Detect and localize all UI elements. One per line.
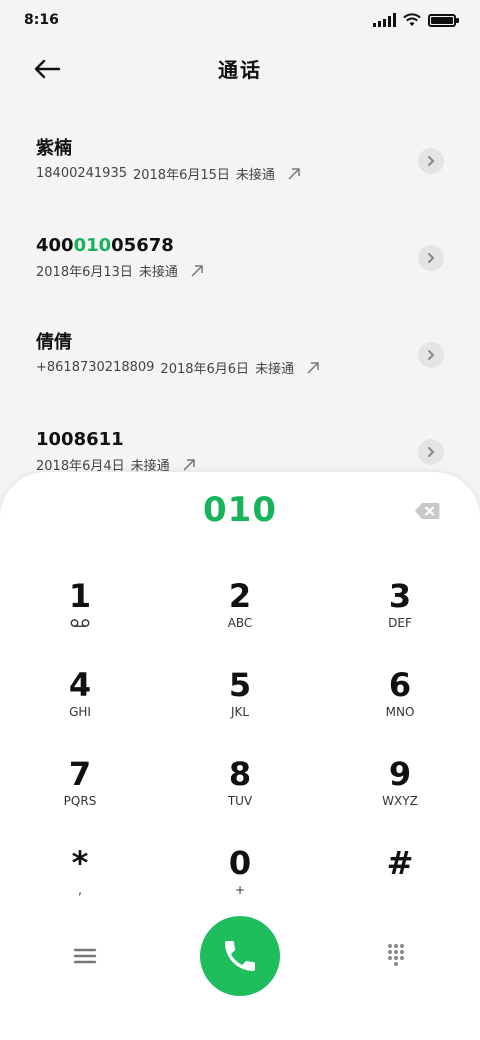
key-letters: JKL [230, 705, 250, 719]
key-1[interactable]: 1 [0, 576, 160, 665]
call-name-text: 400 [36, 235, 74, 256]
call-number: +8618730218809 [36, 360, 155, 375]
wifi-icon [403, 13, 421, 26]
key-digit: * [71, 844, 89, 882]
key-digit: 0 [228, 844, 252, 882]
key-digit: # [386, 844, 414, 882]
back-arrow-icon [34, 59, 61, 79]
status-time: 8:16 [24, 12, 59, 28]
call-name: 紫楠 [36, 138, 480, 160]
key-digit: 9 [388, 755, 412, 793]
voicemail-icon [70, 619, 90, 627]
back-button[interactable] [32, 54, 62, 84]
call-log-item[interactable]: 40001005678 2018年6月13日 未接通 [0, 209, 480, 306]
key-9[interactable]: 9 WXYZ [320, 754, 480, 843]
key-letters: WXYZ [382, 794, 418, 808]
outgoing-arrow-icon [183, 458, 195, 471]
key-letters: DEF [388, 616, 412, 630]
call-detail-button[interactable] [418, 439, 444, 465]
key-digit: 6 [388, 666, 412, 704]
chevron-right-icon [428, 350, 435, 360]
page-title: 通话 [218, 57, 262, 82]
call-name-text: 1008611 [36, 429, 124, 450]
key-digit: 4 [68, 666, 92, 704]
call-status: 未接通 [138, 265, 178, 280]
call-name-text: 紫楠 [36, 138, 72, 159]
chevron-right-icon [428, 156, 435, 166]
key-6[interactable]: 6 MNO [320, 665, 480, 754]
call-log-list: 紫楠 18400241935 2018年6月15日 未接通 4000100567… [0, 112, 480, 500]
status-bar: 8:16 [0, 0, 480, 40]
dialpad-keys: 1 2 ABC 3 DEF 4 GHI 5 JKL 6 MNO 7 PQRS 8… [0, 576, 480, 932]
key-letters: ABC [227, 616, 253, 630]
call-name-text: 倩倩 [36, 332, 72, 353]
call-log-item[interactable]: 紫楠 18400241935 2018年6月15日 未接通 [0, 112, 480, 209]
menu-icon[interactable] [72, 946, 98, 966]
key-3[interactable]: 3 DEF [320, 576, 480, 665]
call-status: 未接通 [255, 362, 295, 377]
key-digit: 7 [68, 755, 92, 793]
call-number: 18400241935 [36, 166, 127, 181]
key-digit: 3 [388, 577, 412, 615]
call-name: 倩倩 [36, 332, 480, 354]
key-letters: , [78, 883, 82, 897]
header: 通话 [0, 44, 480, 92]
call-name: 40001005678 [36, 235, 480, 257]
key-digit: 8 [228, 755, 252, 793]
call-meta: 18400241935 2018年6月15日 未接通 [36, 164, 480, 183]
key-8[interactable]: 8 TUV [160, 754, 320, 843]
dialer-bottom-bar [0, 914, 480, 998]
call-date: 2018年6月15日 [132, 168, 230, 183]
call-date: 2018年6月13日 [36, 265, 133, 280]
key-letters: PQRS [63, 794, 97, 808]
call-name: 1008611 [36, 429, 480, 451]
key-letters: + [234, 883, 246, 897]
chevron-right-icon [428, 447, 435, 457]
call-name-text: 05678 [111, 235, 174, 256]
call-meta: 2018年6月13日 未接通 [36, 261, 480, 280]
key-4[interactable]: 4 GHI [0, 665, 160, 754]
call-detail-button[interactable] [418, 148, 444, 174]
call-detail-button[interactable] [418, 245, 444, 271]
key-5[interactable]: 5 JKL [160, 665, 320, 754]
key-digit: 2 [228, 577, 252, 615]
backspace-icon[interactable] [414, 502, 440, 520]
call-meta: +8618730218809 2018年6月6日 未接通 [36, 358, 480, 377]
call-status: 未接通 [235, 168, 275, 183]
key-7[interactable]: 7 PQRS [0, 754, 160, 843]
chevron-right-icon [428, 253, 435, 263]
status-icons [373, 13, 459, 27]
key-letters: GHI [69, 705, 91, 719]
outgoing-arrow-icon [191, 264, 203, 277]
dialpad-icon[interactable] [386, 943, 406, 967]
call-button[interactable] [200, 916, 280, 996]
outgoing-arrow-icon [307, 361, 319, 374]
call-log-item[interactable]: 倩倩 +8618730218809 2018年6月6日 未接通 [0, 306, 480, 403]
key-digit: 5 [228, 666, 252, 704]
dialpad-panel: 010 1 2 ABC 3 DEF 4 GHI 5 JKL 6 MNO 7 PQ… [0, 472, 480, 1040]
call-date: 2018年6月6日 [160, 362, 250, 377]
call-name-match: 010 [73, 235, 112, 256]
signal-icon [373, 13, 396, 27]
phone-icon [225, 941, 255, 971]
key-digit: 1 [68, 577, 92, 615]
battery-icon [428, 13, 459, 27]
key-2[interactable]: 2 ABC [160, 576, 320, 665]
key-letters: TUV [227, 794, 253, 808]
call-detail-button[interactable] [418, 342, 444, 368]
dialed-number[interactable]: 010 [0, 490, 480, 530]
outgoing-arrow-icon [288, 167, 300, 180]
key-letters: MNO [385, 705, 415, 719]
